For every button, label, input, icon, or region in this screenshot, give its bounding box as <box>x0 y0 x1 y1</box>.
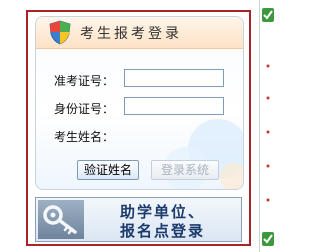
assist-unit-login-link[interactable]: 助学单位、 报名点登录 <box>35 197 242 242</box>
login-header: 考生报考登录 <box>36 17 243 49</box>
candidate-name-label: 考生姓名： <box>54 130 115 144</box>
admission-number-label: 准考证号： <box>54 74 115 88</box>
check-icon <box>262 8 274 22</box>
bullet-dots <box>266 64 270 202</box>
shield-icon <box>49 20 71 45</box>
check-icon <box>262 232 274 246</box>
login-title: 考生报考登录 <box>80 26 182 42</box>
verify-name-button[interactable]: 验证姓名 <box>77 160 139 180</box>
login-box-frame: 考生报考登录 准考证号： 身份证号： 考生姓名： 验证姓名 登录系统 助学单位、… <box>26 10 251 246</box>
id-number-label: 身份证号： <box>54 102 115 116</box>
admission-number-input[interactable] <box>124 69 224 87</box>
assist-title-line1: 助学单位、 <box>120 203 206 221</box>
login-system-button[interactable]: 登录系统 <box>151 160 219 180</box>
key-tile <box>38 200 84 239</box>
assist-title-line2: 报名点登录 <box>120 222 206 240</box>
adjacent-panel-edge <box>259 0 276 252</box>
key-icon <box>43 205 77 235</box>
candidate-login-panel: 考生报考登录 准考证号： 身份证号： 考生姓名： 验证姓名 登录系统 <box>35 16 244 190</box>
id-number-input[interactable] <box>124 97 224 115</box>
